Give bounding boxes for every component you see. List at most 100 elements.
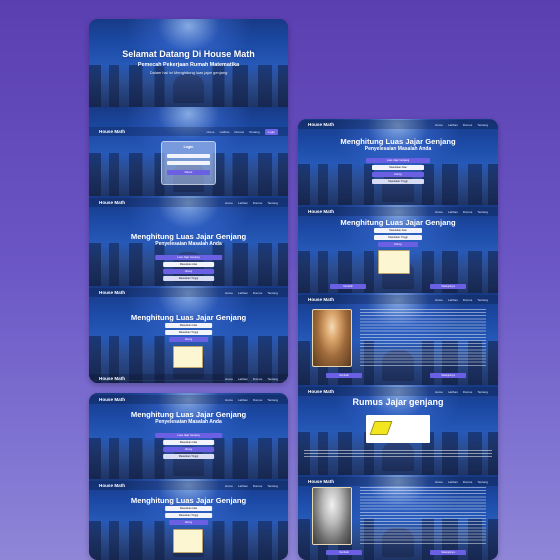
nav-links: Home Latihan Rumus Tentang — [225, 484, 278, 488]
calc-button[interactable]: Hitung — [162, 447, 215, 452]
nav-link-rumus[interactable]: Rumus — [253, 291, 263, 295]
screen-welcome: Selamat Datang Di House Math Pemecah Pek… — [89, 19, 288, 107]
brand-logo[interactable]: House Math — [99, 290, 125, 295]
brand-logo[interactable]: House Math — [308, 209, 334, 214]
nav-link-rumus[interactable]: Rumus — [253, 377, 263, 381]
nav-link-home[interactable]: Home — [207, 130, 215, 134]
alas-input[interactable]: Masukkan Alas — [162, 440, 215, 445]
tinggi-input[interactable]: Masukkan Tinggi — [372, 179, 424, 184]
brand-logo[interactable]: House Math — [308, 122, 334, 127]
nav-link-rumus[interactable]: Rumus — [253, 398, 263, 402]
calc-button[interactable]: Hitung — [372, 172, 424, 177]
password-field[interactable] — [166, 161, 210, 165]
nav-link-rumus[interactable]: Rumus — [463, 210, 473, 214]
login-button[interactable]: Masuk — [166, 170, 210, 175]
nav-link-latihan[interactable]: Latihan — [448, 123, 458, 127]
nav-link-latihan[interactable]: Latihan — [448, 210, 458, 214]
tinggi-input[interactable]: Masukkan Tinggi — [374, 235, 422, 240]
tinggi-input[interactable]: Masukkan Tinggi — [162, 454, 215, 459]
nav-link-tentang[interactable]: Tentang — [477, 123, 488, 127]
welcome-subtitle: Pemecah Pekerjaan Rumah Matematika — [137, 62, 240, 68]
portrait-image — [312, 309, 352, 367]
calc-button[interactable]: Hitung — [168, 520, 209, 525]
nav-link-latihan[interactable]: Latihan — [448, 298, 458, 302]
next-button[interactable]: Selanjutnya — [430, 284, 466, 289]
nav-link-tentang[interactable]: Tentang — [249, 130, 260, 134]
nav-link-tentang[interactable]: Tentang — [267, 377, 278, 381]
nav-link-rumus[interactable]: Rumus — [253, 201, 263, 205]
nav-link-home[interactable]: Home — [225, 398, 233, 402]
tinggi-input[interactable]: Masukkan Tinggi — [164, 513, 213, 518]
brand-logo[interactable]: House Math — [99, 129, 125, 134]
next-button[interactable]: Selanjutnya — [430, 550, 466, 555]
nav-link-tentang[interactable]: Tentang — [477, 390, 488, 394]
nav-link-home[interactable]: Home — [435, 480, 443, 484]
calc-button[interactable]: Hitung — [378, 242, 418, 247]
nav-link-tentang[interactable]: Tentang — [477, 480, 488, 484]
nav-link-home[interactable]: Home — [225, 201, 233, 205]
nav-link-latihan[interactable]: Latihan — [238, 377, 248, 381]
next-button[interactable]: Selanjutnya — [430, 373, 466, 378]
nav-link-latihan[interactable]: Latihan — [448, 390, 458, 394]
alas-input[interactable]: Masukkan Alas — [162, 262, 215, 267]
nav-link-rumus[interactable]: Rumus — [234, 130, 244, 134]
brand-logo[interactable]: House Math — [99, 483, 125, 488]
nav-link-tentang[interactable]: Tentang — [477, 298, 488, 302]
preview-canvas: { "app": { "brand": "House Math", "nav_l… — [0, 0, 560, 560]
navbar: House Math Home Latihan Rumus Tentang — [298, 295, 498, 304]
login-title: Login — [183, 145, 194, 149]
nav-link-rumus[interactable]: Rumus — [463, 123, 473, 127]
nav-link-tentang[interactable]: Tentang — [267, 484, 278, 488]
calc-title: Menghitung Luas Jajar Genjang — [340, 137, 456, 146]
nav-links: Home Latihan Rumus Tentang — [225, 398, 278, 402]
nav-link-rumus[interactable]: Rumus — [253, 484, 263, 488]
brand-logo[interactable]: House Math — [308, 389, 334, 394]
navbar: House Math Home Latihan Rumus Tentang — [298, 120, 498, 129]
calc-label: Luas Jajar Genjang — [154, 433, 223, 438]
nav-link-latihan[interactable]: Latihan — [238, 291, 248, 295]
nav-login-button[interactable]: Login — [264, 128, 278, 135]
nav-links: Home Latihan Rumus Tentang — [435, 123, 488, 127]
calc-button[interactable]: Hitung — [162, 269, 215, 274]
alas-input[interactable]: Masukkan Alas — [374, 228, 422, 233]
nav-link-home[interactable]: Home — [225, 484, 233, 488]
nav-link-rumus[interactable]: Rumus — [463, 298, 473, 302]
nav-links: Home Latihan Rumus Tentang — [225, 291, 278, 295]
calc-title: Menghitung Luas Jajar Genjang — [130, 496, 247, 505]
brand-logo[interactable]: House Math — [99, 376, 125, 381]
nav-link-home[interactable]: Home — [225, 291, 233, 295]
alas-input[interactable]: Masukkan Alas — [164, 323, 213, 328]
nav-link-home[interactable]: Home — [225, 377, 233, 381]
calc-button[interactable]: Hitung — [168, 337, 209, 342]
nav-link-tentang[interactable]: Tentang — [267, 201, 278, 205]
nav-link-tentang[interactable]: Tentang — [477, 210, 488, 214]
alas-input[interactable]: Masukkan Alas — [164, 506, 213, 511]
brand-logo[interactable]: House Math — [308, 479, 334, 484]
navbar: House Math Home Latihan Rumus Tentang — [298, 207, 498, 216]
nav-link-home[interactable]: Home — [435, 390, 443, 394]
username-field[interactable] — [166, 154, 210, 158]
nav-link-rumus[interactable]: Rumus — [463, 390, 473, 394]
nav-link-rumus[interactable]: Rumus — [463, 480, 473, 484]
nav-link-tentang[interactable]: Tentang — [267, 398, 278, 402]
nav-links: Home Latihan Rumus Tentang — [435, 480, 488, 484]
alas-input[interactable]: Masukkan Alas — [372, 165, 424, 170]
back-button[interactable]: Kembali — [326, 550, 362, 555]
nav-link-latihan[interactable]: Latihan — [448, 480, 458, 484]
nav-link-home[interactable]: Home — [435, 123, 443, 127]
nav-link-latihan[interactable]: Latihan — [220, 130, 230, 134]
nav-link-latihan[interactable]: Latihan — [238, 398, 248, 402]
back-button[interactable]: Kembali — [326, 373, 362, 378]
calc-label: Luas Jajar Genjang — [154, 255, 223, 260]
nav-link-latihan[interactable]: Latihan — [238, 201, 248, 205]
nav-link-home[interactable]: Home — [435, 298, 443, 302]
tinggi-input[interactable]: Masukkan Tinggi — [164, 330, 213, 335]
nav-link-latihan[interactable]: Latihan — [238, 484, 248, 488]
brand-logo[interactable]: House Math — [99, 200, 125, 205]
brand-logo[interactable]: House Math — [308, 297, 334, 302]
nav-link-tentang[interactable]: Tentang — [267, 291, 278, 295]
tinggi-input[interactable]: Masukkan Tinggi — [162, 276, 215, 281]
brand-logo[interactable]: House Math — [99, 397, 125, 402]
back-button[interactable]: Kembali — [330, 284, 366, 289]
nav-link-home[interactable]: Home — [435, 210, 443, 214]
